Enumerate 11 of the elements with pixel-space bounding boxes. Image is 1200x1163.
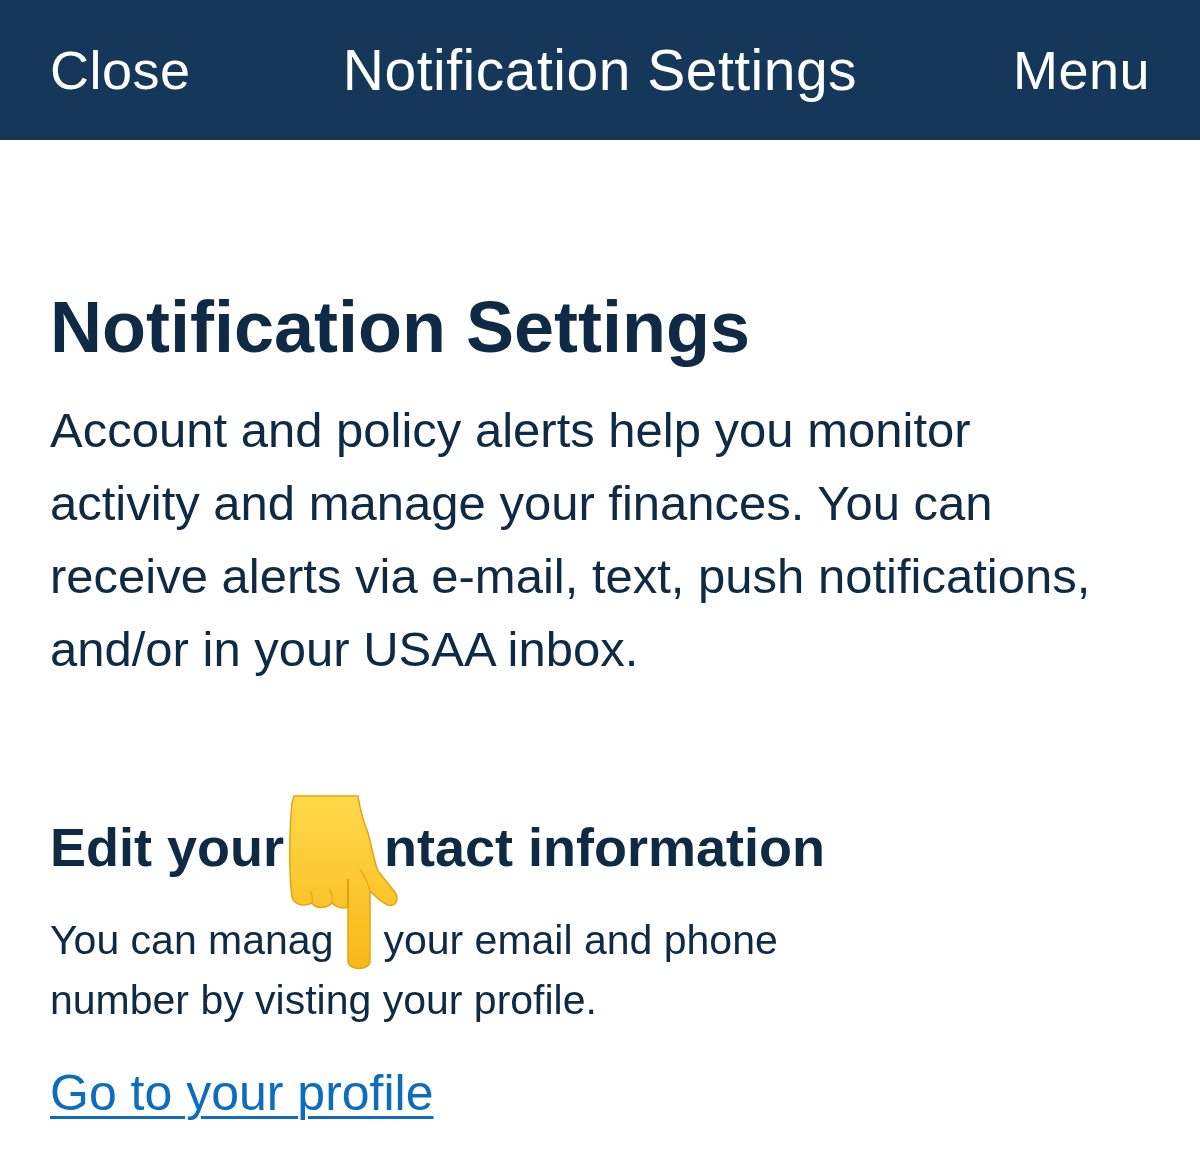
header-title: Notification Settings	[342, 38, 858, 102]
section-heading: Edit your	[50, 816, 284, 879]
intro-text: Account and policy alerts help you monitor activity and manage your finances. You can receive alerts via e-mail, text, push notifications, and/or in your USAA inbox.	[50, 402, 1092, 678]
body-text: You can manag	[50, 916, 334, 965]
close-button[interactable]: Close	[50, 38, 191, 102]
page-title: Notification Settings	[50, 286, 751, 369]
profile-link[interactable]: Go to your profile	[50, 1063, 434, 1123]
body-text: your email and phone	[383, 916, 778, 965]
body-text: number by visting your profile.	[50, 976, 597, 1025]
menu-button[interactable]: Menu	[1012, 38, 1150, 102]
section-heading: ntact information	[384, 816, 825, 879]
